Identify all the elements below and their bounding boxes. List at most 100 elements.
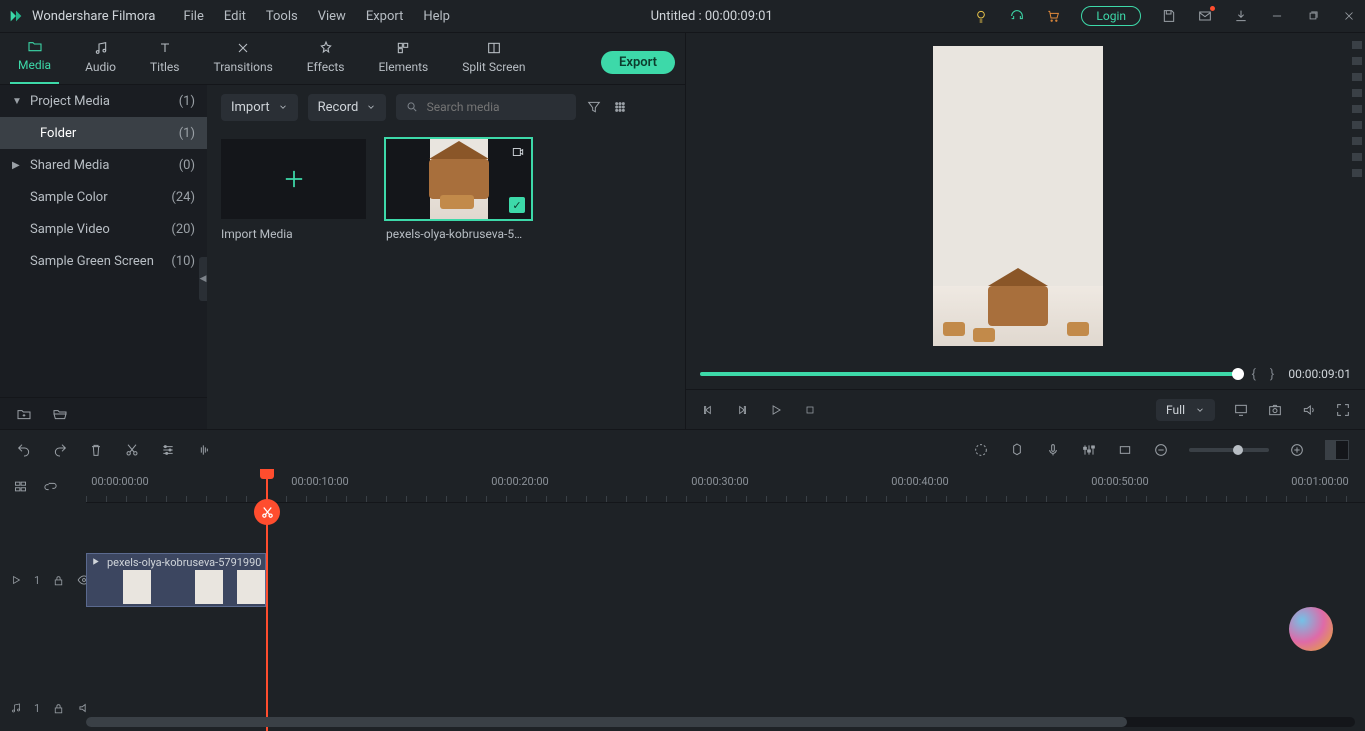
tree-sample-color[interactable]: Sample Color(24) <box>0 181 207 213</box>
seek-bar[interactable] <box>700 372 1238 376</box>
menu-help[interactable]: Help <box>423 9 450 24</box>
title-bar: Wondershare Filmora File Edit Tools View… <box>0 0 1365 32</box>
menu-view[interactable]: View <box>318 9 346 24</box>
tab-transitions[interactable]: Transitions <box>205 34 280 84</box>
tips-icon[interactable] <box>973 8 989 24</box>
zoom-slider[interactable] <box>1189 448 1269 452</box>
search-media[interactable] <box>396 94 576 120</box>
import-media-tile[interactable]: Import Media <box>221 139 366 241</box>
main-menu: File Edit Tools View Export Help <box>183 9 450 24</box>
fullscreen-icon[interactable] <box>1335 402 1351 418</box>
video-track[interactable]: pexels-olya-kobruseva-5791990 <box>86 547 1365 613</box>
menu-export[interactable]: Export <box>366 9 404 24</box>
preview-timecode: 00:00:09:01 <box>1288 367 1351 381</box>
time-ruler[interactable]: 00:00:00:00 00:00:10:00 00:00:20:00 00:0… <box>86 469 1365 503</box>
tab-transitions-label: Transitions <box>213 60 272 74</box>
timeline-manage-icon[interactable] <box>12 478 28 494</box>
mark-out-button[interactable]: } <box>1270 367 1274 382</box>
mixer-icon[interactable] <box>1081 442 1097 458</box>
video-track-icon <box>10 572 22 588</box>
download-icon[interactable] <box>1233 8 1249 24</box>
open-folder-icon[interactable] <box>52 406 68 422</box>
record-dropdown[interactable]: Record <box>308 94 387 121</box>
app-name: Wondershare Filmora <box>32 9 155 24</box>
window-close-icon[interactable] <box>1341 8 1357 24</box>
window-minimize-icon[interactable] <box>1269 8 1285 24</box>
playhead[interactable] <box>266 469 268 731</box>
adjust-icon[interactable] <box>160 442 176 458</box>
auto-ripple-icon[interactable] <box>42 478 58 494</box>
volume-icon[interactable] <box>1301 402 1317 418</box>
snapshot-icon[interactable] <box>1267 402 1283 418</box>
marker-icon[interactable] <box>1009 442 1025 458</box>
next-frame-icon[interactable] <box>734 402 750 418</box>
import-dropdown[interactable]: Import <box>221 94 298 121</box>
play-icon[interactable] <box>768 402 784 418</box>
cut-icon[interactable] <box>124 442 140 458</box>
tab-media-label: Media <box>18 58 51 72</box>
timeline-clip[interactable]: pexels-olya-kobruseva-5791990 <box>86 553 266 607</box>
stop-icon[interactable] <box>802 402 818 418</box>
filter-icon[interactable] <box>586 99 602 115</box>
mark-in-button[interactable]: { <box>1252 367 1256 382</box>
media-panel: ◀ Import Record Imp <box>207 85 685 429</box>
clip-label: pexels-olya-kobruseva-5791990 <box>107 556 261 569</box>
preview-canvas[interactable] <box>686 33 1349 359</box>
audio-edit-icon[interactable] <box>196 442 212 458</box>
audio-lock-icon[interactable] <box>52 700 65 716</box>
collapse-tree-handle[interactable]: ◀ <box>199 257 207 301</box>
tab-effects[interactable]: Effects <box>299 34 353 84</box>
menu-edit[interactable]: Edit <box>224 9 246 24</box>
check-icon: ✓ <box>509 197 525 213</box>
export-button[interactable]: Export <box>601 51 675 74</box>
window-restore-icon[interactable] <box>1305 8 1321 24</box>
login-button[interactable]: Login <box>1081 6 1141 26</box>
media-clip-label: pexels-olya-kobruseva-5… <box>386 227 531 241</box>
tab-media[interactable]: Media <box>10 32 59 84</box>
render-icon[interactable] <box>973 442 989 458</box>
tab-elements[interactable]: Elements <box>370 34 436 84</box>
timeline-toolbar <box>0 429 1365 469</box>
search-input[interactable] <box>427 100 567 114</box>
display-icon[interactable] <box>1233 402 1249 418</box>
tab-titles[interactable]: Titles <box>142 34 187 84</box>
import-media-label: Import Media <box>221 227 366 241</box>
tree-project-media[interactable]: ▼Project Media(1) <box>0 85 207 117</box>
watermark-logo <box>1289 607 1333 651</box>
tab-audio[interactable]: Audio <box>77 34 124 84</box>
tab-split-screen[interactable]: Split Screen <box>454 34 533 84</box>
preview-markers <box>1349 33 1365 359</box>
audio-track-head: 1 <box>0 685 86 731</box>
menu-tools[interactable]: Tools <box>266 9 298 24</box>
zoom-in-icon[interactable] <box>1289 442 1305 458</box>
crop-icon[interactable] <box>1117 442 1133 458</box>
tree-sample-video[interactable]: Sample Video(20) <box>0 213 207 245</box>
tab-audio-label: Audio <box>85 60 116 74</box>
support-icon[interactable] <box>1009 8 1025 24</box>
track-size-toggle[interactable] <box>1325 440 1349 460</box>
preview-quality-dropdown[interactable]: Full <box>1156 399 1215 421</box>
zoom-out-icon[interactable] <box>1153 442 1169 458</box>
tree-shared-media[interactable]: ▶Shared Media(0) <box>0 149 207 181</box>
audio-track-icon <box>10 700 22 716</box>
playhead-scissors-icon[interactable] <box>254 499 280 525</box>
voiceover-icon[interactable] <box>1045 442 1061 458</box>
media-clip-tile[interactable]: ✓ pexels-olya-kobruseva-5… <box>386 139 531 241</box>
prev-frame-icon[interactable] <box>700 402 716 418</box>
grid-view-icon[interactable] <box>612 99 628 115</box>
timeline-hscroll[interactable] <box>86 717 1355 727</box>
video-track-head: 1 <box>0 547 86 613</box>
cart-icon[interactable] <box>1045 8 1061 24</box>
mail-icon[interactable] <box>1197 8 1213 24</box>
save-icon[interactable] <box>1161 8 1177 24</box>
tree-sample-green[interactable]: Sample Green Screen(10) <box>0 245 207 277</box>
track-lock-icon[interactable] <box>52 572 65 588</box>
new-folder-icon[interactable] <box>16 406 32 422</box>
tree-folder[interactable]: Folder(1) <box>0 117 207 149</box>
delete-icon[interactable] <box>88 442 104 458</box>
menu-file[interactable]: File <box>183 9 203 24</box>
undo-icon[interactable] <box>16 442 32 458</box>
redo-icon[interactable] <box>52 442 68 458</box>
media-tree: ▼Project Media(1) Folder(1) ▶Shared Medi… <box>0 85 207 429</box>
audio-track[interactable] <box>86 657 1365 703</box>
